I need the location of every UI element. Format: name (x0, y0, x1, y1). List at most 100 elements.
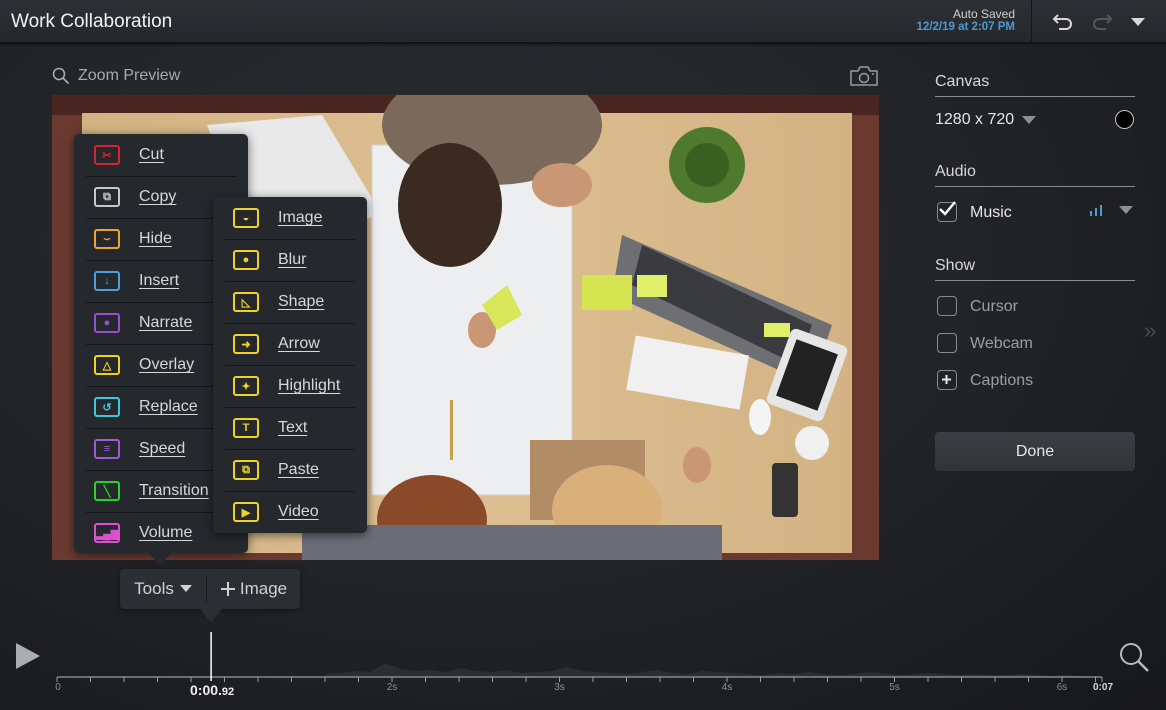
caret-down-icon (179, 585, 192, 592)
image-icon: ◒ (233, 208, 259, 228)
menu-item-label: Image (278, 209, 323, 226)
timeline-tick-label: 6s (1056, 682, 1068, 693)
menu-item-label: Copy (139, 188, 177, 205)
timeline-tick-label: 2s (386, 682, 398, 693)
canvas-color-swatch[interactable] (1115, 110, 1134, 129)
menu-item-label: Insert (139, 272, 180, 289)
current-time-main: 0:00. (190, 682, 222, 698)
menu-item-shape[interactable]: ◺ Shape (213, 281, 367, 323)
redo-button[interactable] (1089, 10, 1115, 34)
canvas-section-title: Canvas (935, 73, 990, 90)
arrow-icon: ➜ (233, 334, 259, 354)
captions-label: Captions (970, 372, 1034, 389)
menu-item-text[interactable]: T Text (213, 407, 367, 449)
music-options-caret-icon[interactable] (1119, 206, 1133, 215)
webcam-checkbox[interactable] (937, 333, 957, 353)
webcam-label: Webcam (970, 335, 1033, 352)
checkmark-icon (939, 201, 956, 216)
snapshot-button[interactable] (849, 65, 879, 92)
speed-icon: ≡ (94, 439, 120, 459)
add-image-button[interactable]: Image (207, 569, 300, 609)
menu-item-label: Narrate (139, 314, 193, 331)
transition-icon: ╲ (94, 481, 120, 501)
add-image-label: Image (239, 579, 288, 598)
shape-icon: ◺ (233, 292, 259, 312)
undo-icon (1052, 14, 1072, 30)
tools-dropdown-button[interactable]: Tools (120, 569, 206, 609)
add-captions-button[interactable] (937, 370, 957, 390)
timeline-tick-label: 3s (554, 682, 565, 693)
camera-icon (850, 66, 878, 86)
tools-label: Tools (134, 579, 174, 598)
paste-icon: ⧉ (233, 460, 259, 480)
video-icon: ▶ (233, 502, 259, 522)
menu-item-label: Cut (139, 146, 164, 163)
caret-down-icon (1131, 18, 1145, 26)
menu-item-label: Blur (278, 251, 307, 268)
canvas-size-dropdown[interactable]: 1280 x 720 (935, 111, 1037, 129)
redo-icon (1093, 14, 1113, 30)
menu-item-highlight[interactable]: ✦ Highlight (213, 365, 367, 407)
audio-level-icon[interactable] (1089, 204, 1103, 216)
toolbar-divider (1031, 0, 1032, 44)
menu-item-label: Speed (139, 440, 186, 457)
canvas-size-value: 1280 x 720 (935, 111, 1015, 128)
replace-icon: ↺ (94, 397, 120, 417)
show-section-title: Show (935, 257, 976, 274)
project-title: Work Collaboration (11, 11, 173, 32)
highlight-icon: ✦ (233, 376, 259, 396)
menu-item-label: Shape (278, 293, 325, 310)
menu-item-label: Hide (139, 230, 172, 247)
microphone-icon: ● (94, 313, 120, 333)
menu-item-label: Text (278, 419, 308, 436)
overlay-submenu: ◒ Image ● Blur ◺ Shape ➜ Arrow ✦ Highlight T Text ⧉ P… (213, 197, 367, 533)
menu-item-blur[interactable]: ● Blur (213, 239, 367, 281)
zoom-preview-label: Zoom Preview (78, 67, 181, 84)
timeline-end-label: 0:07 (1092, 682, 1114, 693)
tools-toolbar: Tools Image (120, 569, 300, 609)
timeline-ruler[interactable] (0, 630, 1166, 710)
menu-item-video[interactable]: ▶ Video (213, 491, 367, 533)
menu-item-label: Volume (139, 524, 193, 541)
submenu-pointer (204, 357, 214, 375)
menu-item-label: Video (278, 503, 319, 520)
toolbar-pointer (199, 608, 223, 622)
music-label: Music (970, 204, 1012, 221)
done-button[interactable]: Done (935, 432, 1135, 471)
current-time-fraction: 92 (221, 686, 235, 698)
autosave-status: Auto Saved 12/2/19 at 2:07 PM (917, 8, 1015, 34)
search-icon (52, 67, 70, 85)
menu-item-label: Arrow (278, 335, 320, 352)
timeline-tick-label: 5s (889, 682, 900, 693)
menu-item-label: Paste (278, 461, 319, 478)
blur-drop-icon: ● (233, 250, 259, 270)
expand-panel-chevron-icon[interactable]: » (1144, 318, 1156, 344)
menu-item-arrow[interactable]: ➜ Arrow (213, 323, 367, 365)
undo-button[interactable] (1050, 10, 1076, 34)
plus-icon (942, 375, 951, 384)
canvas-divider (935, 96, 1135, 97)
zoom-preview-button[interactable]: Zoom Preview (52, 67, 180, 85)
autosave-timestamp: 12/2/19 at 2:07 PM (916, 21, 1015, 33)
menu-item-paste[interactable]: ⧉ Paste (213, 449, 367, 491)
volume-icon: ▂▄▆ (94, 523, 120, 543)
cursor-checkbox[interactable] (937, 296, 957, 316)
timeline-start-label: 0 (55, 682, 61, 693)
cursor-label: Cursor (970, 298, 1019, 315)
scissors-icon: ✂ (94, 145, 120, 165)
autosave-label: Auto Saved (952, 7, 1015, 21)
title-bar: Work Collaboration Auto Saved 12/2/19 at… (0, 0, 1166, 44)
text-icon: T (233, 418, 259, 438)
eye-closed-icon: ⌣ (94, 229, 120, 249)
audio-waveform (325, 663, 1096, 677)
show-divider (935, 280, 1135, 281)
menu-item-label: Replace (139, 398, 198, 415)
insert-icon: ↓ (94, 271, 120, 291)
menu-item-image[interactable]: ◒ Image (213, 197, 367, 239)
caret-down-icon (1022, 115, 1037, 124)
menu-item-label: Overlay (139, 356, 195, 373)
menu-item-label: Transition (139, 482, 209, 499)
more-menu-button[interactable] (1125, 10, 1151, 34)
music-checkbox[interactable] (937, 201, 957, 222)
menu-item-cut[interactable]: ✂ Cut (74, 134, 248, 176)
